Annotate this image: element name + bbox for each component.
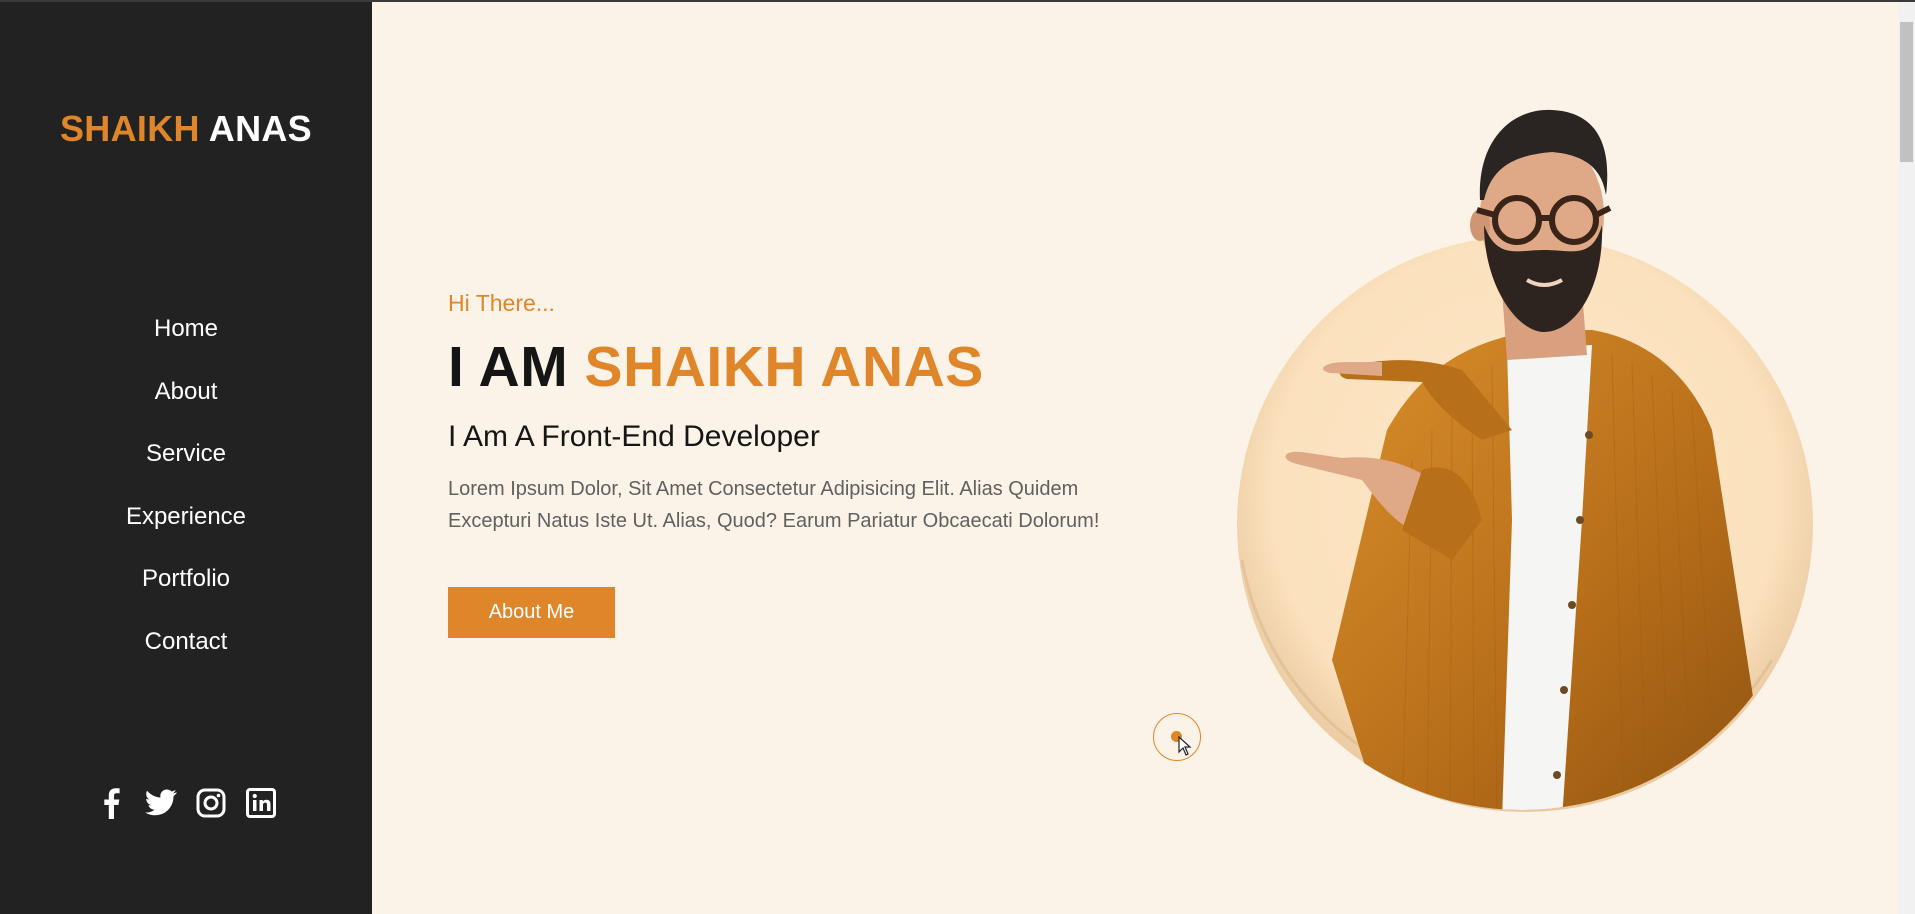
custom-cursor-ring xyxy=(1153,713,1201,761)
linkedin-icon[interactable] xyxy=(245,786,277,820)
hero-portrait-image xyxy=(1237,109,1813,812)
nav-item-about[interactable]: About xyxy=(0,361,372,424)
about-me-button[interactable]: About Me xyxy=(448,587,615,638)
hero-description: Lorem Ipsum Dolor, Sit Amet Consectetur … xyxy=(448,478,1100,532)
headline-name: SHAIKH ANAS xyxy=(584,335,984,399)
page-scrollbar[interactable] xyxy=(1898,2,1915,914)
twitter-icon[interactable] xyxy=(145,786,177,820)
hero-greeting: Hi There... xyxy=(448,290,555,316)
scrollbar-thumb[interactable] xyxy=(1900,22,1913,162)
sidebar-nav: Home About Service Experience Portfolio … xyxy=(0,298,372,673)
window-top-border xyxy=(0,0,1915,2)
facebook-icon[interactable] xyxy=(95,786,127,820)
site-logo[interactable]: SHAIKH ANAS xyxy=(0,108,372,150)
social-links xyxy=(0,786,372,820)
hero-role: I Am A Front-End Developer xyxy=(448,420,820,453)
logo-first-name: SHAIKH xyxy=(60,108,200,149)
nav-item-portfolio[interactable]: Portfolio xyxy=(0,548,372,611)
hero-headline: I AM SHAIKH ANAS xyxy=(448,334,984,400)
nav-item-experience[interactable]: Experience xyxy=(0,486,372,549)
hero-section: Hi There... I AM SHAIKH ANAS I Am A Fron… xyxy=(372,0,1895,914)
nav-item-service[interactable]: Service xyxy=(0,423,372,486)
instagram-icon[interactable] xyxy=(195,786,227,820)
headline-prefix: I AM xyxy=(448,335,569,399)
sidebar: SHAIKH ANAS Home About Service Experienc… xyxy=(0,0,372,914)
mouse-pointer-icon xyxy=(1178,736,1192,756)
nav-item-home[interactable]: Home xyxy=(0,298,372,361)
logo-last-name: ANAS xyxy=(208,108,312,149)
nav-item-contact[interactable]: Contact xyxy=(0,611,372,674)
